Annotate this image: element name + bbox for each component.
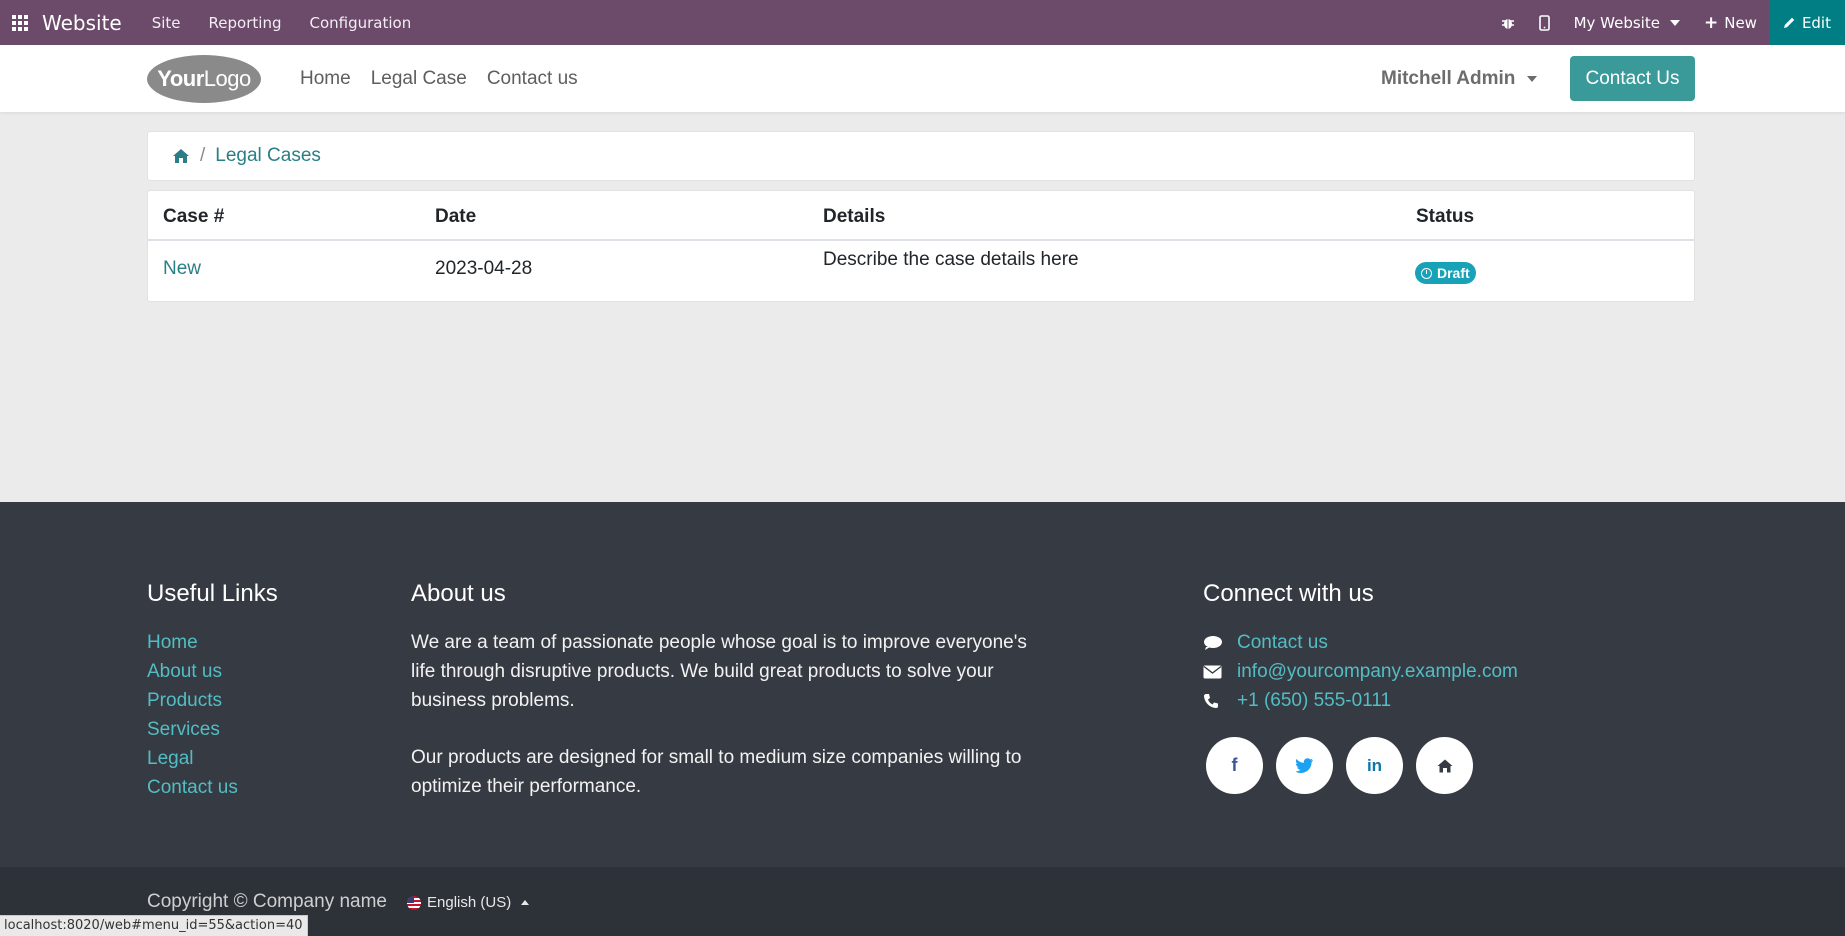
- nav-legal-case[interactable]: Legal Case: [361, 68, 477, 90]
- twitter-icon[interactable]: [1276, 737, 1333, 794]
- case-number-link[interactable]: New: [163, 258, 201, 280]
- mobile-preview-button[interactable]: [1527, 14, 1562, 31]
- status-label: Draft: [1437, 265, 1470, 281]
- us-flag-icon: [407, 895, 421, 910]
- useful-links-list: Home About us Products Services Legal Co…: [147, 628, 238, 802]
- table-row[interactable]: New 2023-04-28 Describe the case details…: [148, 241, 1694, 301]
- connect-list: Contact us info@yourcompany.example.com …: [1203, 628, 1518, 715]
- nav-home[interactable]: Home: [290, 68, 361, 90]
- new-content-button[interactable]: + New: [1692, 13, 1769, 33]
- breadcrumb-legal-cases[interactable]: Legal Cases: [215, 145, 321, 167]
- footer-link-home[interactable]: Home: [147, 628, 238, 657]
- social-links: f in: [1206, 737, 1473, 794]
- menu-reporting[interactable]: Reporting: [195, 14, 296, 32]
- menu-configuration[interactable]: Configuration: [295, 14, 425, 32]
- chevron-up-icon: [521, 900, 530, 905]
- pencil-icon: [1783, 17, 1795, 28]
- column-date: Date: [435, 206, 477, 227]
- case-date: 2023-04-28: [435, 258, 533, 279]
- about-paragraph-2: Our products are designed for small to m…: [411, 747, 1022, 797]
- chevron-down-icon: [1669, 19, 1680, 26]
- contact-link-row[interactable]: Contact us: [1203, 628, 1518, 657]
- menu-site[interactable]: Site: [138, 14, 195, 32]
- copyright-text: Copyright © Company name: [147, 891, 387, 912]
- footer-link-products[interactable]: Products: [147, 686, 238, 715]
- mobile-icon: [1538, 14, 1550, 31]
- contact-us-button[interactable]: Contact Us: [1570, 56, 1695, 101]
- debug-button[interactable]: [1489, 16, 1527, 30]
- edit-label: Edit: [1801, 13, 1831, 32]
- user-name: Mitchell Admin: [1381, 67, 1516, 89]
- envelope-icon: [1203, 665, 1237, 679]
- phone-icon: [1203, 693, 1237, 709]
- language-selector[interactable]: English (US): [407, 894, 530, 911]
- home-icon[interactable]: [1416, 737, 1473, 794]
- email-link[interactable]: info@yourcompany.example.com: [1237, 661, 1518, 683]
- useful-links-title: Useful Links: [147, 580, 278, 607]
- main-nav: Home Legal Case Contact us: [290, 45, 588, 112]
- logo-text: Logo: [203, 66, 251, 91]
- footer-link-services[interactable]: Services: [147, 715, 238, 744]
- footer-link-about-us[interactable]: About us: [147, 657, 238, 686]
- website-switcher[interactable]: My Website: [1562, 14, 1692, 32]
- clock-icon: [1421, 267, 1432, 279]
- apps-grid-icon: [12, 14, 28, 31]
- nav-contact-us[interactable]: Contact us: [477, 68, 588, 90]
- edit-button[interactable]: Edit: [1768, 0, 1845, 45]
- language-label: English (US): [427, 894, 512, 911]
- home-icon[interactable]: [172, 148, 190, 164]
- admin-navbar: Website Site Reporting Configuration My …: [0, 0, 1845, 45]
- chevron-down-icon: [1527, 75, 1538, 82]
- footer-link-contact-us[interactable]: Contact us: [147, 773, 238, 802]
- phone-row[interactable]: +1 (650) 555-0111: [1203, 686, 1518, 715]
- new-label: New: [1724, 13, 1757, 32]
- linkedin-icon[interactable]: in: [1346, 737, 1403, 794]
- plus-icon: +: [1703, 12, 1719, 33]
- bug-icon: [1501, 18, 1514, 29]
- email-row[interactable]: info@yourcompany.example.com: [1203, 657, 1518, 686]
- about-us-title: About us: [411, 580, 506, 607]
- breadcrumb-separator: /: [200, 145, 206, 166]
- website-switcher-label: My Website: [1573, 13, 1660, 32]
- footer: Useful Links Home About us Products Serv…: [0, 502, 1845, 867]
- legal-cases-table: Case # Date Details Status New 2023-04-2…: [147, 190, 1695, 302]
- comment-icon: [1203, 635, 1237, 651]
- about-us-text: We are a team of passionate people whose…: [411, 628, 1051, 801]
- facebook-icon[interactable]: f: [1206, 737, 1263, 794]
- user-menu[interactable]: Mitchell Admin: [1381, 45, 1538, 112]
- company-logo[interactable]: Your Logo: [147, 55, 261, 103]
- column-case-number: Case #: [163, 206, 225, 227]
- connect-title: Connect with us: [1203, 580, 1374, 607]
- footer-link-legal[interactable]: Legal: [147, 744, 238, 773]
- breadcrumb: / Legal Cases: [147, 131, 1695, 181]
- column-details: Details: [823, 206, 886, 227]
- apps-menu-button[interactable]: [0, 0, 40, 45]
- about-paragraph-1: We are a team of passionate people whose…: [411, 632, 1027, 711]
- table-header: Case # Date Details Status: [148, 191, 1694, 241]
- case-details: Describe the case details here: [823, 249, 1079, 270]
- contact-us-link[interactable]: Contact us: [1237, 632, 1328, 654]
- browser-status-url: localhost:8020/web#menu_id=55&action=40: [0, 915, 308, 936]
- logo-text-bold: Your: [157, 66, 204, 91]
- phone-link[interactable]: +1 (650) 555-0111: [1237, 690, 1391, 712]
- app-title[interactable]: Website: [40, 11, 138, 35]
- website-header: Your Logo Home Legal Case Contact us Mitc…: [0, 45, 1845, 112]
- column-status: Status: [1416, 206, 1475, 227]
- status-badge: Draft: [1415, 262, 1476, 284]
